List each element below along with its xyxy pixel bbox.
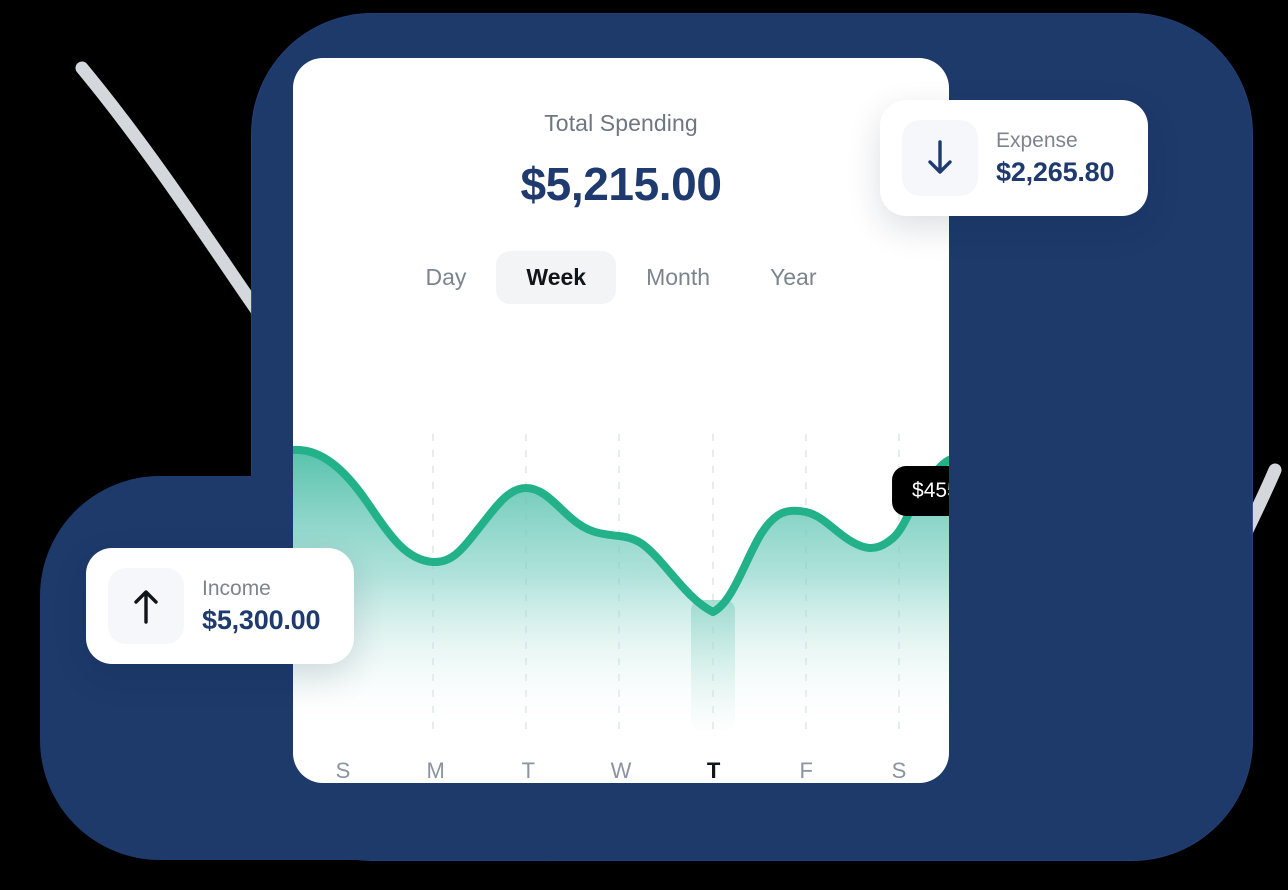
income-value: $5,300.00 — [202, 604, 321, 635]
tab-day[interactable]: Day — [396, 251, 497, 304]
expense-value: $2,265.80 — [996, 156, 1115, 187]
card-header: Total Spending $5,215.00 — [293, 58, 949, 211]
tab-week[interactable]: Week — [496, 251, 617, 304]
chart-area-fill — [293, 449, 949, 730]
xtick-mon[interactable]: M — [422, 758, 450, 783]
income-label: Income — [202, 576, 271, 600]
expense-card[interactable]: Expense $2,265.80 — [880, 100, 1149, 216]
tab-year[interactable]: Year — [740, 251, 846, 304]
chart-svg — [293, 434, 949, 730]
period-tabs: Day Week Month Year — [293, 251, 949, 304]
xtick-fri[interactable]: F — [792, 758, 820, 783]
screenshot-root: Total Spending $5,215.00 Day Week Month … — [0, 0, 1288, 890]
xtick-sun[interactable]: S — [329, 758, 357, 783]
total-spending-label: Total Spending — [544, 110, 698, 136]
expense-text: Expense $2,265.80 — [996, 128, 1115, 188]
spending-card: Total Spending $5,215.00 Day Week Month … — [293, 58, 949, 783]
income-text: Income $5,300.00 — [202, 576, 321, 636]
arrow-up-icon — [108, 568, 184, 644]
spending-area-chart[interactable] — [293, 430, 949, 730]
total-spending-amount: $5,215.00 — [520, 158, 722, 210]
xtick-sat[interactable]: S — [885, 758, 913, 783]
arrow-down-icon — [902, 120, 978, 196]
expense-label: Expense — [996, 128, 1078, 152]
chart-tooltip: $455.00 — [892, 466, 949, 516]
tab-month[interactable]: Month — [616, 251, 740, 304]
income-card[interactable]: Income $5,300.00 — [86, 548, 355, 664]
xtick-wed[interactable]: W — [607, 758, 635, 783]
chart-x-axis: S M T W T F S — [293, 758, 949, 783]
xtick-thu[interactable]: T — [700, 758, 728, 783]
xtick-tue[interactable]: T — [514, 758, 542, 783]
